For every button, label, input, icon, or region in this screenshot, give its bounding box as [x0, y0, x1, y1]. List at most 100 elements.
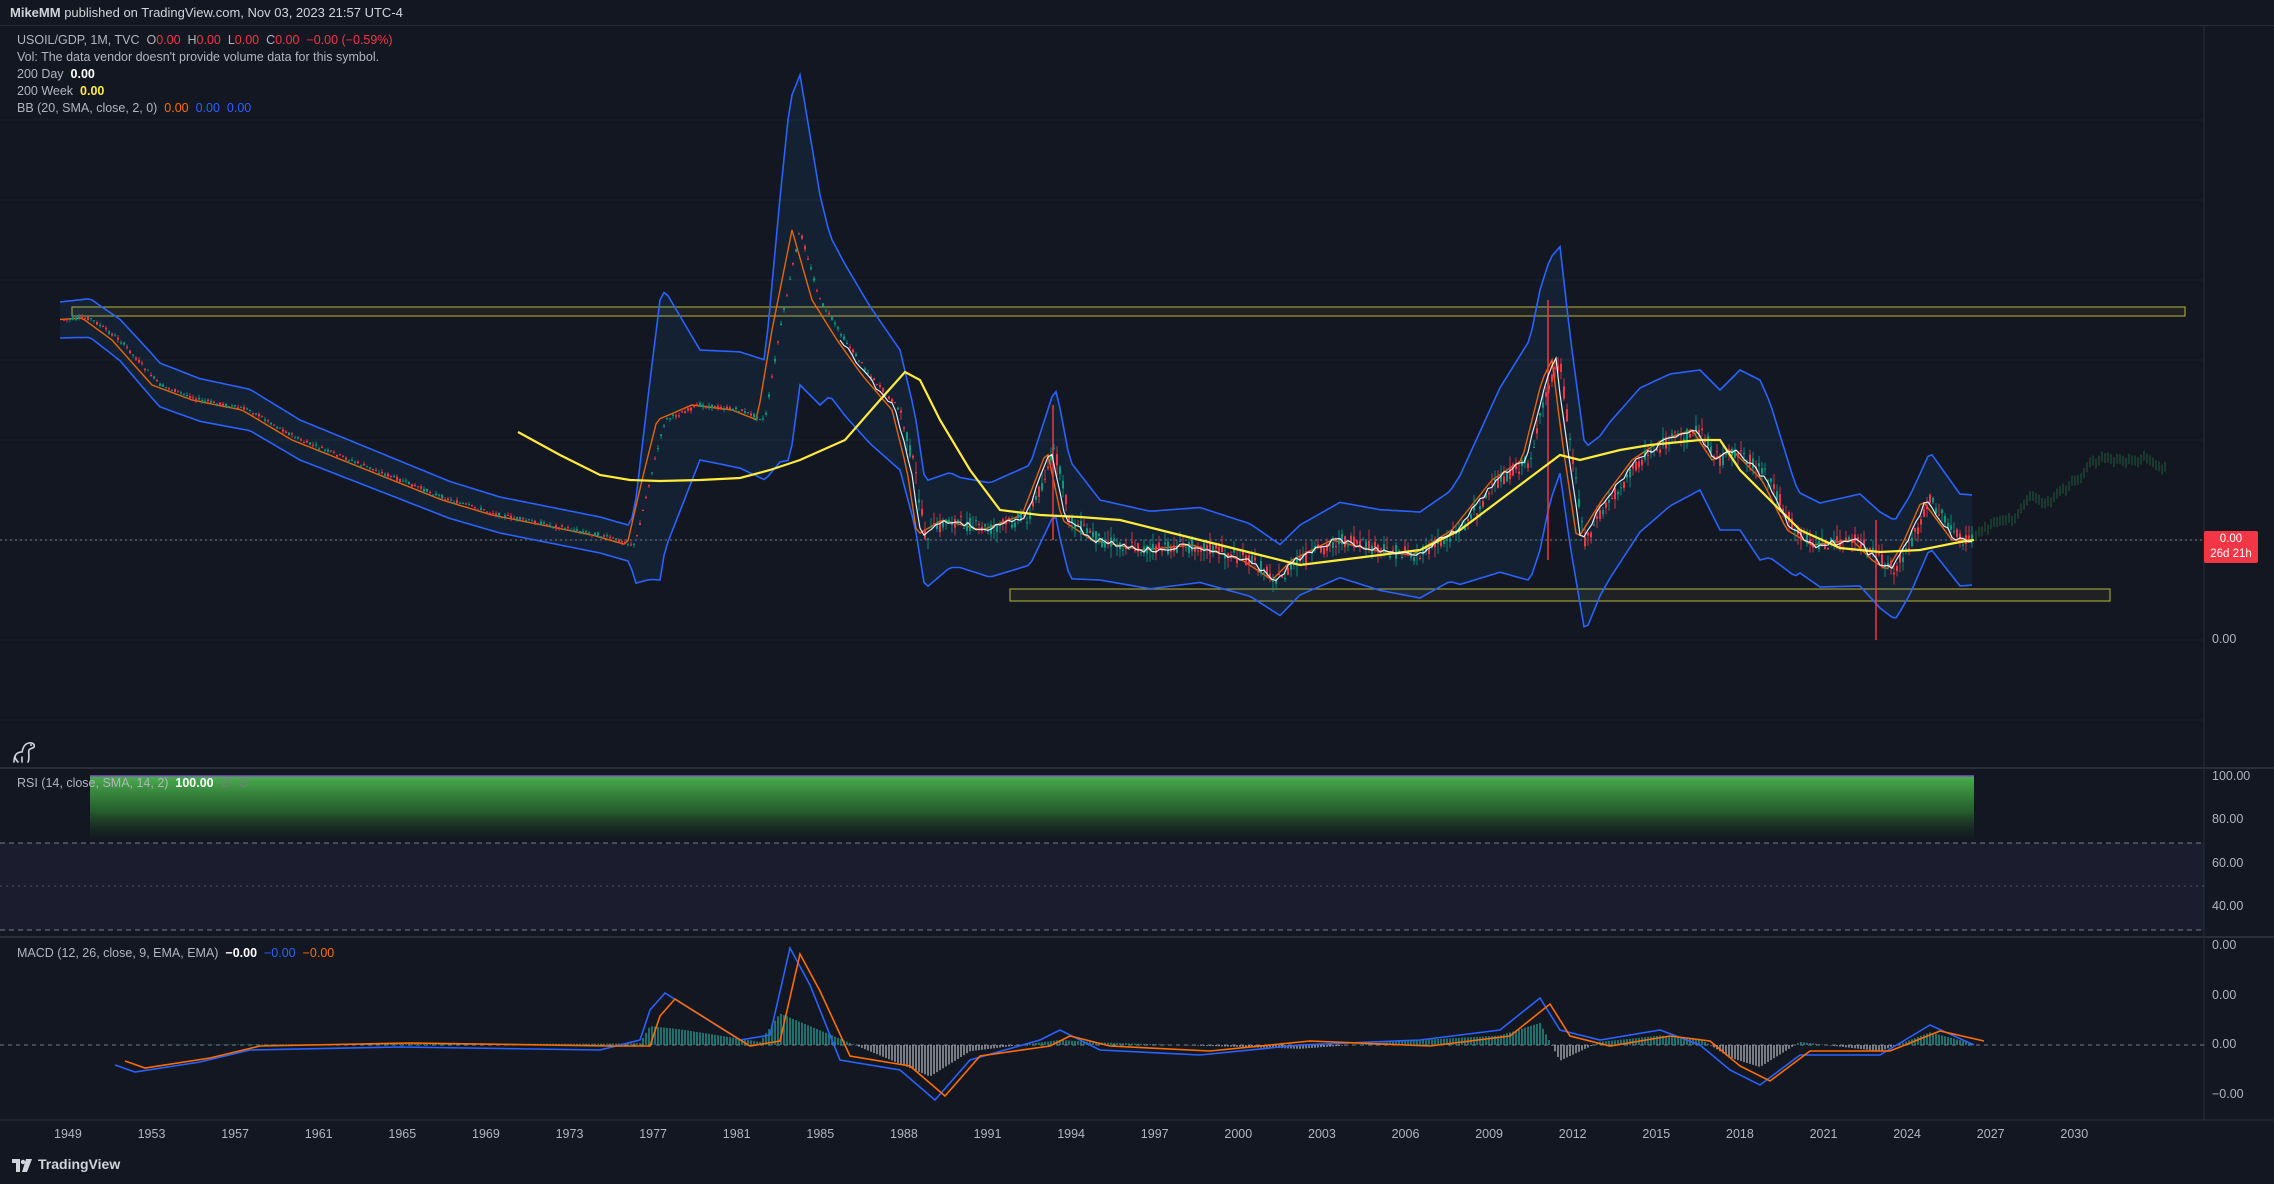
support-zone[interactable]: [1009, 588, 2111, 602]
macd-value: −0.00: [225, 946, 258, 960]
ma200w-legend[interactable]: 200 Week 0.00: [17, 84, 104, 98]
candle-body: [918, 499, 920, 503]
ma200d-value: 0.00: [70, 67, 95, 81]
bb-legend[interactable]: BB (20, SMA, close, 2, 0) 0.00 0.00 0.00: [17, 101, 251, 115]
rsi-legend[interactable]: RSI (14, close, SMA, 14, 2) 100.00 ∅ ∅: [17, 775, 249, 790]
candle-body: [1413, 557, 1415, 562]
low-value: 0.00: [234, 33, 260, 47]
candle-body: [1638, 461, 1640, 468]
time-axis-label: 1981: [722, 1127, 751, 1141]
candle-body: [330, 450, 332, 452]
grid-lines: [0, 119, 2204, 721]
candle-body: [537, 523, 539, 525]
dino-replay-icon[interactable]: [10, 738, 38, 766]
candle-body: [1326, 544, 1328, 551]
candle-body: [387, 473, 389, 477]
candle-body: [1209, 543, 1211, 554]
candle-body: [162, 384, 164, 387]
rsi-na-1: ∅: [220, 776, 232, 790]
rsi-na-2: ∅: [238, 776, 250, 790]
candle-body: [1953, 531, 1955, 533]
candle-body: [453, 502, 455, 504]
candle-body: [1032, 501, 1034, 507]
candle-body: [105, 327, 107, 330]
resistance-zone[interactable]: [71, 306, 2186, 317]
volume-message: Vol: The data vendor doesn't provide vol…: [17, 50, 380, 64]
candle-body: [1962, 544, 1964, 546]
candle-body: [324, 449, 326, 451]
candle-body: [759, 419, 761, 420]
candle-body: [369, 467, 371, 469]
chart-canvas[interactable]: [0, 0, 2274, 1184]
price-candles: [63, 232, 1973, 640]
candle-body: [894, 402, 896, 404]
candle-body: [1245, 555, 1247, 565]
macd-signal-line: [124, 951, 1985, 1098]
candle-body: [315, 444, 317, 446]
candle-body: [825, 310, 827, 312]
candle-body: [687, 408, 689, 411]
candle-body: [648, 484, 650, 487]
candle-body: [1773, 484, 1775, 489]
candle-body: [159, 383, 161, 387]
candle-body: [1674, 431, 1676, 433]
candle-body: [1536, 428, 1538, 434]
candle-body: [1404, 546, 1406, 555]
candle-body: [816, 290, 818, 292]
ma200d-legend[interactable]: 200 Day 0.00: [17, 67, 95, 81]
candle-body: [1140, 552, 1142, 554]
candle-body: [1941, 509, 1943, 514]
candle-body: [186, 395, 188, 397]
low-label: L: [227, 33, 235, 47]
candle-body: [1824, 543, 1826, 550]
macd-hist-value: −0.00: [302, 946, 335, 960]
candle-body: [720, 407, 722, 410]
open-label: O: [146, 33, 157, 47]
candle-body: [927, 538, 929, 540]
time-axis-label: 1949: [54, 1127, 82, 1141]
candle-body: [1347, 545, 1349, 547]
volume-legend[interactable]: Vol: The data vendor doesn't provide vol…: [17, 50, 379, 64]
candle-body: [1614, 488, 1616, 500]
candle-body: [1374, 541, 1376, 548]
candle-body: [1098, 533, 1100, 536]
candle-body: [546, 524, 548, 527]
bb-fill: [60, 75, 1972, 627]
candle-body: [96, 322, 98, 325]
symbol-info[interactable]: USOIL/GDP, 1M, TVC: [17, 33, 140, 47]
tradingview-logo-icon: [12, 1158, 32, 1172]
candle-body: [213, 401, 215, 403]
candle-body: [1599, 510, 1601, 519]
symbol-legend[interactable]: USOIL/GDP, 1M, TVC O0.00 H0.00 L0.00 C0.…: [17, 33, 393, 47]
candle-body: [1008, 517, 1010, 519]
candle-body: [1056, 454, 1058, 466]
candle-body: [306, 440, 308, 443]
candle-body: [474, 506, 476, 508]
candle-body: [1287, 567, 1289, 575]
candle-body: [1917, 527, 1919, 534]
candle-body: [849, 346, 851, 348]
candle-body: [1719, 457, 1721, 466]
candle-body: [147, 369, 149, 371]
candle-body: [282, 429, 284, 432]
candle-body: [309, 442, 311, 445]
candle-body: [132, 354, 134, 356]
candle-body: [414, 484, 416, 487]
candle-body: [1026, 522, 1028, 524]
candle-body: [549, 524, 551, 526]
candle-body: [279, 427, 281, 429]
candle-body: [141, 362, 143, 364]
macd-legend[interactable]: MACD (12, 26, close, 9, EMA, EMA) −0.00 …: [17, 946, 334, 960]
time-axis-label: 2018: [1726, 1127, 1754, 1141]
candle-body: [489, 512, 491, 514]
rsi-axis-tick: 40.00: [2212, 899, 2244, 913]
candle-body: [909, 445, 911, 457]
macd-label: MACD (12, 26, close, 9, EMA, EMA): [17, 946, 219, 960]
candle-body: [1035, 496, 1037, 500]
candle-body: [930, 526, 932, 528]
candle-body: [540, 521, 542, 526]
candle-body: [1563, 386, 1565, 399]
tradingview-brand[interactable]: TradingView: [12, 1156, 120, 1172]
open-value: 0.00: [156, 33, 181, 47]
candle-body: [1491, 483, 1493, 485]
